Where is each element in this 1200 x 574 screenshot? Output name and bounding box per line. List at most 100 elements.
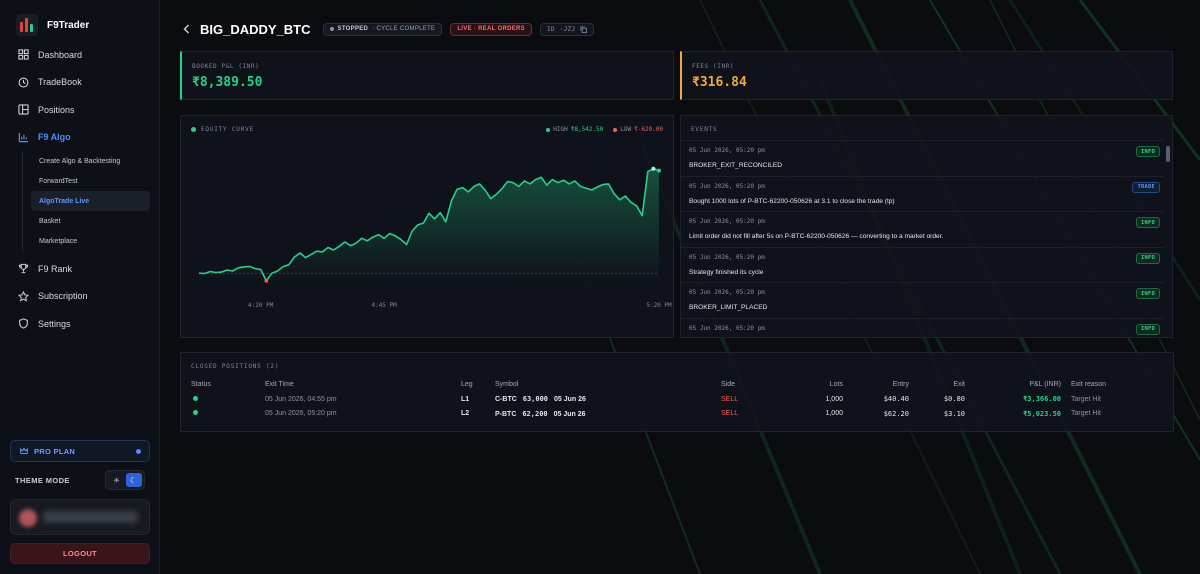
equity-title-text: EQUITY CURVE: [201, 126, 254, 133]
subnav-forwardtest[interactable]: ForwardTest: [31, 171, 150, 191]
event-text: Limit order did not fill after 5s on P-B…: [689, 233, 944, 240]
legend-high-value: ₹8,542.50: [570, 126, 604, 133]
legend-high-label: HIGH: [553, 126, 568, 133]
entry-cell: $40.40: [883, 395, 909, 404]
theme-mode-row: THEME MODE ☀ ☾: [15, 470, 145, 490]
symbol-cell: C-BTC 63,000 05 Jun 26: [495, 392, 721, 407]
table-row[interactable]: 05 Jun 2026, 05:20 pm L2 P-BTC 62,200 05 J…: [191, 407, 1161, 422]
sidebar-item-dashboard[interactable]: Dashboard: [10, 41, 150, 69]
event-tag: INFO: [1135, 252, 1160, 264]
lots-cell: 1,000: [825, 410, 843, 418]
status-subtext: · CYCLE COMPLETE: [372, 26, 436, 32]
symbol-text: P-BTC: [495, 410, 517, 418]
avatar: [19, 509, 37, 527]
scroll-thumb[interactable]: [1166, 146, 1170, 162]
chevron-left-icon: [182, 24, 189, 34]
lots-cell: 1,000: [825, 395, 843, 403]
exit-time-cell: 05 Jun 2026, 04:55 pm: [265, 395, 337, 403]
sidebar-item-subscription[interactable]: Subscription: [10, 283, 150, 311]
x-tick-label: 4:45 PM: [371, 302, 397, 309]
copy-icon: [580, 25, 588, 33]
x-tick-label: 5:20 PM: [646, 302, 672, 309]
logout-button[interactable]: LOGOUT: [10, 543, 150, 564]
sidebar-item-label: Subscription: [38, 291, 88, 302]
subnav-basket[interactable]: Basket: [31, 211, 150, 231]
legend-high: HIGH ₹8,542.50: [546, 126, 603, 133]
brand-name: F9Trader: [47, 19, 90, 31]
sidebar-item-label: Dashboard: [38, 49, 83, 60]
algo-subnav: Create Algo & Backtesting ForwardTest Al…: [22, 151, 150, 251]
id-badge[interactable]: ID ·JZJ: [539, 22, 595, 36]
event-tag: INFO: [1135, 146, 1160, 157]
event-time: 05 Jun 2026, 05:20 pm: [689, 289, 765, 296]
low-dot-icon: [613, 127, 618, 132]
sidebar-item-label: Settings: [38, 318, 71, 329]
theme-toggle: ☀ ☾: [105, 470, 145, 490]
status-dot-icon: [329, 27, 334, 31]
event-tag: INFO: [1135, 288, 1160, 299]
sidebar-item-settings[interactable]: Settings: [10, 310, 150, 338]
sidebar-item-label: F9 Rank: [38, 263, 73, 274]
equity-curve-title: EQUITY CURVE: [191, 126, 254, 133]
event-tag: INFO: [1135, 323, 1160, 335]
id-label: ID: [546, 25, 555, 33]
events-panel: EVENTS 05 Jun 2026, 05:20 pm BROKER_EXIT_…: [680, 115, 1173, 338]
event-text: BROKER_LIMIT_PLACED: [689, 304, 768, 311]
closed-positions-table: Status Exit Time Leg Symbol Side Lots En…: [191, 376, 1161, 421]
user-card[interactable]: [10, 499, 150, 535]
fees-value: ₹316.84: [692, 75, 747, 90]
pro-plan-label: PRO PLAN: [34, 446, 76, 456]
subnav-marketplace[interactable]: Marketplace: [31, 231, 150, 251]
event-item: 05 Jun 2026, 05:20 pm Bought 1000 lots of…: [681, 175, 1164, 212]
subnav-algotrade-live[interactable]: AlgoTrade Live: [31, 191, 150, 211]
subnav-create-algo[interactable]: Create Algo & Backtesting: [31, 151, 150, 171]
event-time: 05 Jun 2026, 05:20 pm: [689, 324, 765, 332]
sidebar-item-tradebook[interactable]: TradeBook: [10, 69, 150, 97]
legend-low-label: LOW: [620, 126, 632, 133]
events-scrollbar[interactable]: [1166, 144, 1170, 333]
expiry-text: 05 Jun 26: [553, 396, 586, 404]
col-leg: Leg: [461, 380, 473, 388]
pnl-cell: ₹3,366.00: [1023, 395, 1061, 404]
equity-area: [199, 168, 659, 283]
layout-icon: [18, 104, 29, 115]
page-title: BIG_DADDY_BTC: [200, 21, 311, 37]
status-badge: STOPPED · CYCLE COMPLETE: [322, 22, 443, 36]
entry-cell: $62.20: [883, 409, 909, 418]
event-tag: TRADE: [1132, 181, 1160, 193]
equity-legend: HIGH ₹8,542.50 LOW ₹-629.00: [546, 126, 663, 133]
sidebar-item-positions[interactable]: Positions: [10, 96, 150, 124]
event-item: 05 Jun 2026, 05:20 pm Limit order did not…: [681, 211, 1164, 247]
events-list: 05 Jun 2026, 05:20 pm BROKER_EXIT_RECONCI…: [681, 140, 1164, 337]
sidebar-item-f9-rank[interactable]: F9 Rank: [10, 255, 150, 283]
bar-chart-icon: [18, 132, 29, 142]
sidebar-item-f9-algo[interactable]: F9 Algo: [10, 124, 150, 152]
event-time: 05 Jun 2026, 05:20 pm: [689, 182, 765, 190]
exit-reason-cell: Target Hit: [1071, 410, 1101, 418]
brand[interactable]: F9Trader: [16, 14, 89, 36]
table-row[interactable]: 05 Jun 2026, 04:55 pm L1 C-BTC 63,000 05 J…: [191, 392, 1161, 407]
moon-icon[interactable]: ☾: [125, 473, 142, 487]
last-point: [657, 168, 661, 173]
strike-text: 63,000: [522, 395, 549, 404]
back-button[interactable]: [180, 22, 192, 36]
pro-plan-button[interactable]: PRO PLAN: [10, 440, 150, 462]
exit-time-cell: 05 Jun 2026, 05:20 pm: [265, 410, 337, 418]
status-dot-icon: [193, 395, 198, 401]
history-icon: [18, 77, 29, 88]
brand-logo-icon: [16, 14, 38, 36]
low-point: [264, 279, 269, 283]
side-cell: SELL: [721, 395, 739, 403]
id-value: ·JZJ: [559, 25, 576, 33]
page-header: BIG_DADDY_BTC STOPPED · CYCLE COMPLETE L…: [180, 21, 595, 37]
status-text: STOPPED: [337, 26, 369, 32]
closed-positions-title: CLOSED POSITIONS (2): [191, 363, 280, 370]
side-cell: SELL: [721, 410, 739, 418]
event-item: 05 Jun 2026, 05:20 pm BROKER_LIMIT_PLACED…: [681, 282, 1164, 318]
main-content: BIG_DADDY_BTC STOPPED · CYCLE COMPLETE L…: [160, 0, 1200, 574]
closed-positions-panel: CLOSED POSITIONS (2) Status Exit Time Le…: [180, 352, 1174, 432]
col-side: Side: [721, 380, 736, 388]
sun-icon[interactable]: ☀: [109, 473, 125, 487]
legend-low: LOW ₹-629.00: [613, 126, 663, 133]
status-cell: [191, 392, 265, 407]
